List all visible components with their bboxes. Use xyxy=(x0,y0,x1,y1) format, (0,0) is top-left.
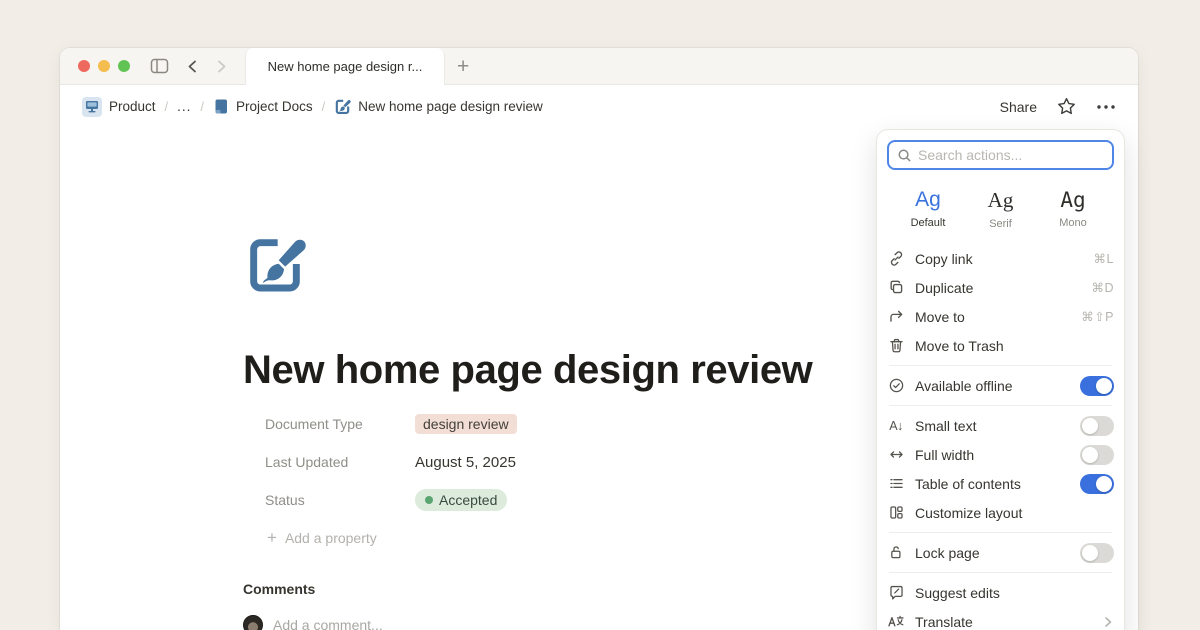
small-text-icon: A↓ xyxy=(887,417,905,435)
search-actions-input[interactable] xyxy=(918,147,1104,163)
active-tab[interactable]: New home page design r... xyxy=(245,48,445,85)
property-tag[interactable]: design review xyxy=(415,414,517,434)
breadcrumb: Product / ... / Project Docs / New home … xyxy=(82,97,543,117)
menu-item-translate[interactable]: Translate xyxy=(887,607,1114,630)
shortcut-hint: ⌘L xyxy=(1094,251,1114,266)
page-content: New home page design review Document Typ… xyxy=(243,232,893,630)
menu-divider xyxy=(889,532,1112,533)
property-label: Document Type xyxy=(265,416,415,432)
menu-item-duplicate[interactable]: Duplicate ⌘D xyxy=(887,273,1114,302)
status-badge[interactable]: Accepted xyxy=(415,489,507,511)
menu-item-copy-link[interactable]: Copy link ⌘L xyxy=(887,244,1114,273)
breadcrumb-item-project-docs[interactable]: Project Docs xyxy=(213,98,313,115)
table-of-contents-toggle[interactable] xyxy=(1080,474,1114,494)
forward-icon[interactable] xyxy=(214,59,229,74)
duplicate-icon xyxy=(887,279,905,297)
lock-page-toggle[interactable] xyxy=(1080,543,1114,563)
add-property-button[interactable]: + Add a property xyxy=(267,523,893,553)
sidebar-toggle-icon[interactable] xyxy=(150,58,169,74)
close-window-button[interactable] xyxy=(78,60,90,72)
menu-divider xyxy=(889,365,1112,366)
status-dot-icon xyxy=(425,496,433,504)
breadcrumb-separator: / xyxy=(200,99,204,114)
page-brush-icon[interactable] xyxy=(243,232,307,296)
breadcrumb-item-current-page[interactable]: New home page design review xyxy=(334,98,543,115)
add-comment-placeholder[interactable]: Add a comment... xyxy=(273,617,383,630)
menu-item-small-text[interactable]: A↓ Small text xyxy=(887,411,1114,440)
check-circle-icon xyxy=(887,377,905,395)
edit-icon xyxy=(334,98,351,115)
property-label: Last Updated xyxy=(265,454,415,470)
more-options-icon[interactable] xyxy=(1096,104,1116,110)
full-width-icon xyxy=(887,446,905,464)
menu-item-suggest-edits[interactable]: Suggest edits xyxy=(887,578,1114,607)
comments-heading: Comments xyxy=(243,581,893,597)
back-icon[interactable] xyxy=(185,59,200,74)
move-arrow-icon xyxy=(887,308,905,326)
link-icon xyxy=(887,250,905,268)
breadcrumb-separator: / xyxy=(322,99,326,114)
menu-item-lock-page[interactable]: Lock page xyxy=(887,538,1114,567)
minimize-window-button[interactable] xyxy=(98,60,110,72)
tab-strip: New home page design r... + xyxy=(60,48,1138,85)
breadcrumb-separator: / xyxy=(165,99,169,114)
monitor-icon xyxy=(82,97,102,117)
font-option-mono[interactable]: Ag Mono xyxy=(1044,188,1102,230)
chevron-right-icon xyxy=(1102,616,1114,628)
plus-icon: + xyxy=(267,528,277,548)
share-button[interactable]: Share xyxy=(1000,99,1037,115)
breadcrumb-item-collapsed[interactable]: ... xyxy=(177,99,191,114)
layout-icon xyxy=(887,504,905,522)
window-controls xyxy=(78,60,130,72)
font-option-serif[interactable]: Ag Serif xyxy=(972,188,1030,230)
add-comment-row[interactable]: Add a comment... xyxy=(243,615,893,630)
tab-title: New home page design r... xyxy=(268,59,423,74)
trash-icon xyxy=(887,337,905,355)
favorite-star-icon[interactable] xyxy=(1057,97,1076,116)
translate-icon xyxy=(887,613,905,630)
full-width-toggle[interactable] xyxy=(1080,445,1114,465)
menu-item-customize-layout[interactable]: Customize layout xyxy=(887,498,1114,527)
search-actions-field[interactable] xyxy=(887,140,1114,170)
shortcut-hint: ⌘D xyxy=(1091,280,1114,295)
font-option-default[interactable]: Ag Default xyxy=(899,188,957,230)
page-title[interactable]: New home page design review xyxy=(243,348,893,393)
options-menu: Copy link ⌘L Duplicate ⌘D Move to ⌘⇧P Mo… xyxy=(877,240,1124,630)
menu-item-available-offline[interactable]: Available offline xyxy=(887,371,1114,400)
breadcrumb-item-product[interactable]: Product xyxy=(82,97,156,117)
small-text-toggle[interactable] xyxy=(1080,416,1114,436)
menu-item-move-to[interactable]: Move to ⌘⇧P xyxy=(887,302,1114,331)
property-list: Document Type design review Last Updated… xyxy=(265,405,893,553)
menu-item-move-to-trash[interactable]: Move to Trash xyxy=(887,331,1114,360)
docs-icon xyxy=(213,98,229,115)
menu-divider xyxy=(889,405,1112,406)
topbar-actions: Share xyxy=(1000,97,1116,116)
search-icon xyxy=(897,148,912,163)
property-row-last-updated[interactable]: Last Updated August 5, 2025 xyxy=(265,443,893,481)
page-options-panel: Ag Default Ag Serif Ag Mono Copy link ⌘L… xyxy=(876,129,1125,630)
shortcut-hint: ⌘⇧P xyxy=(1081,309,1114,324)
property-row-document-type[interactable]: Document Type design review xyxy=(265,405,893,443)
font-selector: Ag Default Ag Serif Ag Mono xyxy=(877,180,1124,240)
available-offline-toggle[interactable] xyxy=(1080,376,1114,396)
property-row-status[interactable]: Status Accepted xyxy=(265,481,893,519)
unlock-icon xyxy=(887,544,905,562)
menu-divider xyxy=(889,572,1112,573)
toc-icon xyxy=(887,475,905,493)
new-tab-button[interactable]: + xyxy=(457,56,469,77)
topbar: Product / ... / Project Docs / New home … xyxy=(60,85,1138,128)
property-label: Status xyxy=(265,492,415,508)
menu-item-full-width[interactable]: Full width xyxy=(887,440,1114,469)
avatar xyxy=(243,615,263,630)
property-value: August 5, 2025 xyxy=(415,454,516,471)
suggest-edits-icon xyxy=(887,584,905,602)
desktop: { "window": { "tab_title": "New home pag… xyxy=(0,0,1200,630)
menu-item-table-of-contents[interactable]: Table of contents xyxy=(887,469,1114,498)
zoom-window-button[interactable] xyxy=(118,60,130,72)
